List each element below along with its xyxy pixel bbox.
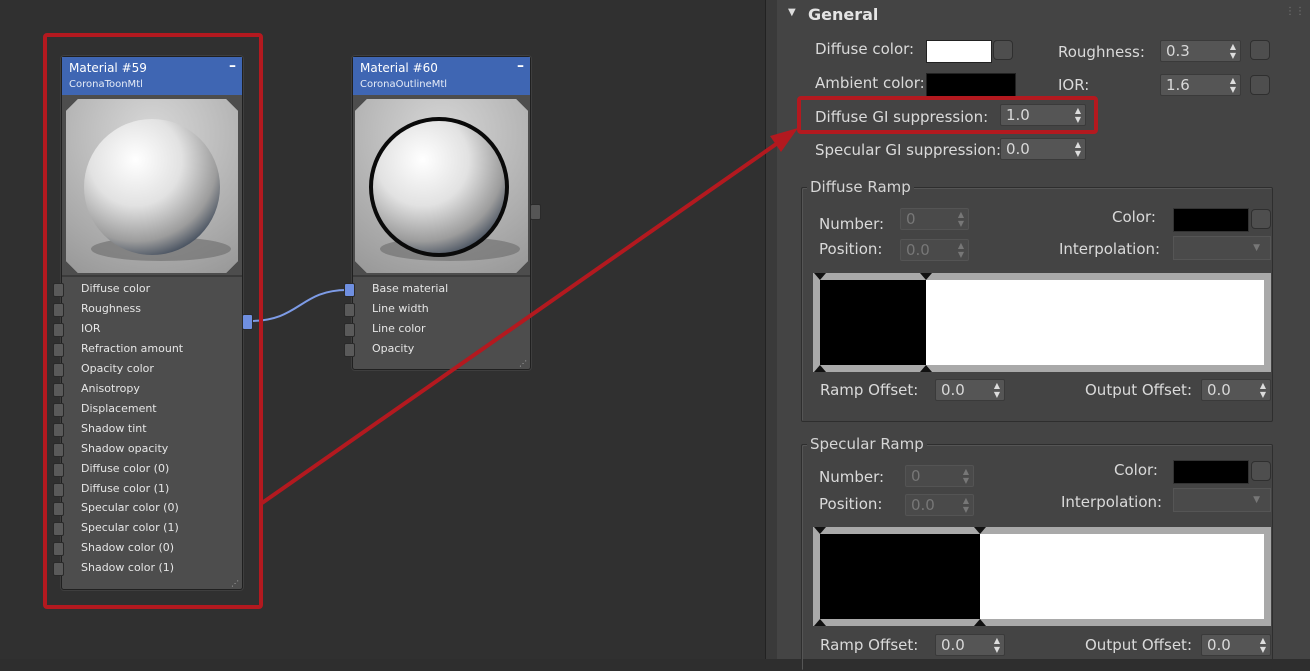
annotation-arrow (260, 128, 798, 505)
